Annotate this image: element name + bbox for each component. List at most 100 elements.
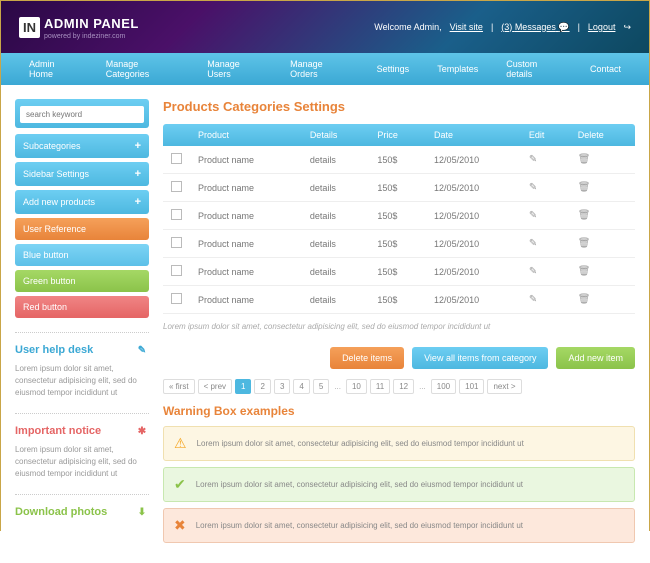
help-desk-block: User help desk ✎ Lorem ipsum dolor sit am…: [15, 332, 149, 399]
logout-link[interactable]: Logout: [588, 22, 616, 32]
pagination: « first < prev 1 2 3 4 5 ... 10 11 12 ..…: [163, 379, 635, 394]
delete-items-button[interactable]: Delete items: [330, 347, 404, 369]
view-all-items-button[interactable]: View all items from category: [412, 347, 548, 369]
row-checkbox[interactable]: [171, 153, 182, 164]
page-first[interactable]: « first: [163, 379, 195, 394]
nav-manage-users[interactable]: Manage Users: [193, 53, 276, 85]
page-2[interactable]: 2: [254, 379, 270, 394]
page-1[interactable]: 1: [235, 379, 251, 394]
cell-details: details: [302, 174, 370, 202]
x-icon: ✖: [174, 517, 186, 534]
nav-manage-orders[interactable]: Manage Orders: [276, 53, 363, 85]
nav-contact[interactable]: Contact: [576, 53, 635, 85]
cell-details: details: [302, 230, 370, 258]
visit-site-link[interactable]: Visit site: [450, 22, 483, 32]
download-photos-title: Download photos: [15, 506, 107, 518]
nav-manage-categories[interactable]: Manage Categories: [92, 53, 194, 85]
welcome-text: Welcome Admin,: [374, 22, 441, 32]
warning-box-yellow: ⚠ Lorem ipsum dolor sit amet, consectetu…: [163, 426, 635, 461]
warning-text: Lorem ipsum dolor sit amet, consectetur …: [196, 521, 523, 530]
col-date: Date: [426, 124, 521, 146]
logo-subtitle: powered by indeziner.com: [44, 33, 139, 40]
page-next[interactable]: next >: [487, 379, 521, 394]
row-checkbox[interactable]: [171, 265, 182, 276]
page-10[interactable]: 10: [346, 379, 367, 394]
messages-link[interactable]: (3) Messages 💬: [501, 22, 569, 33]
edit-icon[interactable]: ✎: [529, 294, 537, 305]
edit-icon[interactable]: ✎: [529, 210, 537, 221]
sidebar-item-red-button[interactable]: Red button: [15, 296, 149, 318]
sidebar-item-user-reference[interactable]: User Reference: [15, 218, 149, 240]
sidebar-item-blue-button[interactable]: Blue button: [15, 244, 149, 266]
page-title: Products Categories Settings: [163, 99, 635, 114]
table-row: Product namedetails150$12/05/2010✎🗑: [163, 146, 635, 174]
pencil-icon: ✎: [135, 343, 149, 357]
download-icon: ⬇: [135, 505, 149, 519]
page-12[interactable]: 12: [393, 379, 414, 394]
add-new-item-button[interactable]: Add new item: [556, 347, 635, 369]
page-4[interactable]: 4: [293, 379, 309, 394]
row-checkbox[interactable]: [171, 181, 182, 192]
sidebar-item-sidebar-settings[interactable]: Sidebar Settings+: [15, 162, 149, 186]
trash-icon[interactable]: 🗑: [578, 210, 591, 221]
welcome-bar: Welcome Admin, Visit site | (3) Messages…: [374, 22, 631, 33]
cell-price: 150$: [369, 230, 426, 258]
col-edit: Edit: [521, 124, 570, 146]
important-notice-text: Lorem ipsum dolor sit amet, consectetur …: [15, 444, 149, 480]
edit-icon[interactable]: ✎: [529, 238, 537, 249]
warning-box-orange: ✖ Lorem ipsum dolor sit amet, consectetu…: [163, 508, 635, 543]
row-checkbox[interactable]: [171, 293, 182, 304]
sidebar-item-add-new-products[interactable]: Add new products+: [15, 190, 149, 214]
trash-icon[interactable]: 🗑: [578, 182, 591, 193]
page-prev[interactable]: < prev: [198, 379, 232, 394]
page-11[interactable]: 11: [370, 379, 390, 394]
table-row: Product namedetails150$12/05/2010✎🗑: [163, 286, 635, 314]
sidebar-item-subcategories[interactable]: Subcategories+: [15, 134, 149, 158]
nav-settings[interactable]: Settings: [363, 53, 424, 85]
cell-date: 12/05/2010: [426, 202, 521, 230]
cell-details: details: [302, 258, 370, 286]
help-desk-title: User help desk: [15, 344, 93, 356]
cell-details: details: [302, 146, 370, 174]
edit-icon[interactable]: ✎: [529, 182, 537, 193]
cell-product: Product name: [190, 286, 302, 314]
plus-icon: +: [135, 140, 141, 152]
page-100[interactable]: 100: [431, 379, 456, 394]
row-checkbox[interactable]: [171, 237, 182, 248]
trash-icon[interactable]: 🗑: [578, 294, 591, 305]
nav-custom-details[interactable]: Custom details: [492, 53, 576, 85]
table-row: Product namedetails150$12/05/2010✎🗑: [163, 258, 635, 286]
page-5[interactable]: 5: [313, 379, 329, 394]
search-input[interactable]: [20, 106, 144, 123]
trash-icon[interactable]: 🗑: [578, 154, 591, 165]
cell-price: 150$: [369, 286, 426, 314]
sidebar-item-green-button[interactable]: Green button: [15, 270, 149, 292]
cell-date: 12/05/2010: [426, 258, 521, 286]
trash-icon[interactable]: 🗑: [578, 238, 591, 249]
edit-icon[interactable]: ✎: [529, 154, 537, 165]
nav-admin-home[interactable]: Admin Home: [15, 53, 92, 85]
logo-badge: IN: [19, 17, 40, 38]
warning-icon: ⚠: [174, 435, 187, 452]
page-101[interactable]: 101: [459, 379, 484, 394]
cell-product: Product name: [190, 202, 302, 230]
page-3[interactable]: 3: [274, 379, 290, 394]
trash-icon[interactable]: 🗑: [578, 266, 591, 277]
warning-box-title: Warning Box examples: [163, 404, 635, 418]
cell-details: details: [302, 202, 370, 230]
table-note: Lorem ipsum dolor sit amet, consectetur …: [163, 314, 635, 339]
warning-text: Lorem ipsum dolor sit amet, consectetur …: [196, 480, 523, 489]
check-icon: ✔: [174, 476, 186, 493]
help-desk-text: Lorem ipsum dolor sit amet, consectetur …: [15, 363, 149, 399]
cell-details: details: [302, 286, 370, 314]
edit-icon[interactable]: ✎: [529, 266, 537, 277]
nav-templates[interactable]: Templates: [423, 53, 492, 85]
search-box: [15, 99, 149, 128]
cell-date: 12/05/2010: [426, 230, 521, 258]
notice-icon: ✱: [135, 424, 149, 438]
col-product: Product: [190, 124, 302, 146]
cell-date: 12/05/2010: [426, 146, 521, 174]
table-row: Product namedetails150$12/05/2010✎🗑: [163, 202, 635, 230]
cell-price: 150$: [369, 146, 426, 174]
row-checkbox[interactable]: [171, 209, 182, 220]
